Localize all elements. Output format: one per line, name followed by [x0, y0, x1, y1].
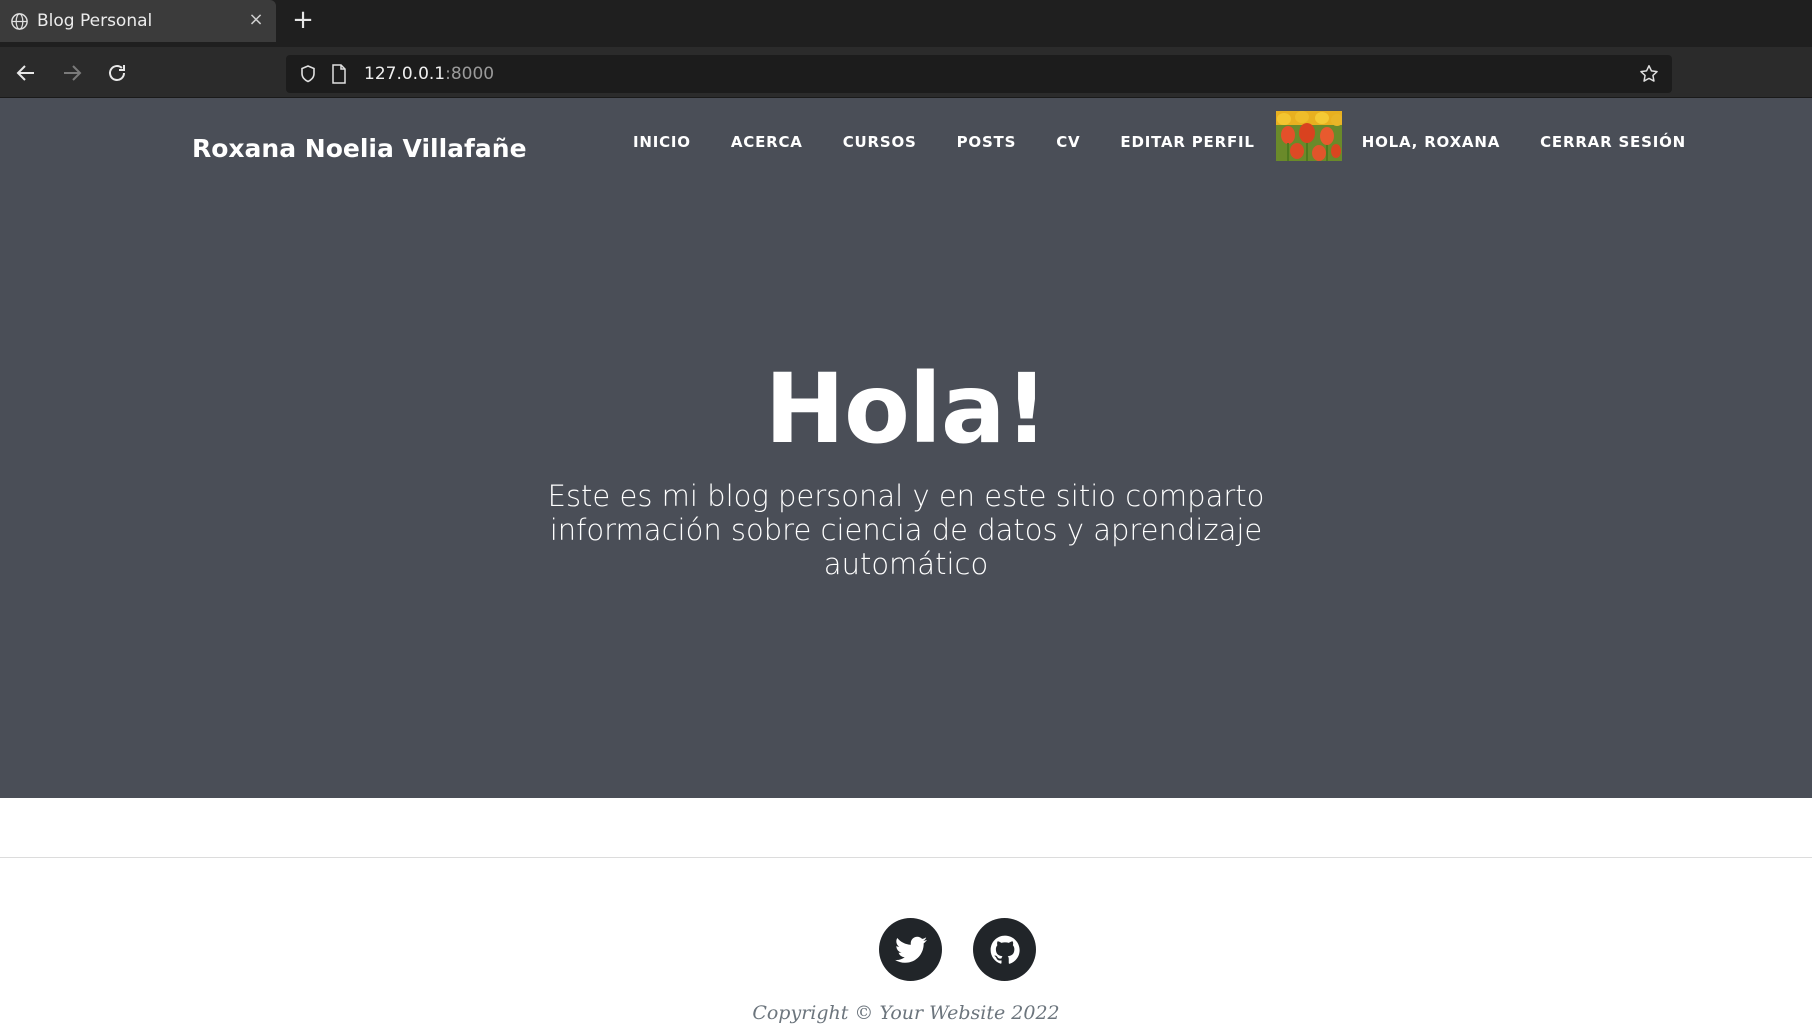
nav-editar-perfil[interactable]: Editar Perfil	[1100, 133, 1275, 151]
browser-toolbar: 127.0.0.1:8000	[0, 47, 1812, 98]
bookmark-star-icon[interactable]	[1638, 63, 1660, 85]
nav-hola-usuario[interactable]: Hola, Roxana	[1342, 133, 1520, 151]
github-icon	[990, 935, 1020, 964]
globe-icon	[11, 13, 28, 30]
hero-title: Hola!	[764, 353, 1049, 465]
address-bar[interactable]: 127.0.0.1:8000	[286, 55, 1672, 93]
footer-divider	[0, 857, 1812, 858]
copyright-text: Copyright © Your Website 2022	[752, 1002, 1060, 1024]
nav-inicio[interactable]: Inicio	[613, 133, 711, 151]
hero-section: Roxana Noelia Villafañe Inicio Acerca Cu…	[0, 98, 1812, 798]
page-icon	[332, 64, 346, 84]
avatar[interactable]	[1275, 111, 1342, 161]
url-port: :8000	[445, 64, 495, 84]
shield-icon[interactable]	[298, 64, 318, 84]
forward-arrow-icon[interactable]	[60, 61, 84, 85]
reload-icon[interactable]	[105, 61, 129, 85]
twitter-icon	[894, 936, 927, 963]
site-nav: Inicio Acerca Cursos Posts CV Editar Per…	[613, 111, 1706, 172]
close-tab-icon[interactable]: ×	[247, 11, 265, 29]
browser-tabbar: Blog Personal × +	[0, 0, 1812, 47]
nav-cv[interactable]: CV	[1036, 133, 1100, 151]
browser-tab[interactable]: Blog Personal ×	[0, 0, 276, 42]
nav-acerca[interactable]: Acerca	[711, 133, 823, 151]
hero-subtitle: Este es mi blog personal y en este sitio…	[547, 479, 1265, 581]
tab-title: Blog Personal	[37, 11, 153, 31]
back-arrow-icon[interactable]	[14, 61, 38, 85]
github-button[interactable]	[973, 918, 1036, 981]
url-host: 127.0.0.1	[364, 64, 446, 84]
nav-posts[interactable]: Posts	[937, 133, 1037, 151]
site-brand[interactable]: Roxana Noelia Villafañe	[192, 134, 527, 163]
social-links	[879, 918, 1036, 981]
url-text[interactable]: 127.0.0.1:8000	[364, 64, 494, 84]
nav-cursos[interactable]: Cursos	[823, 133, 937, 151]
nav-cerrar-sesion[interactable]: Cerrar Sesión	[1520, 133, 1706, 151]
new-tab-icon[interactable]: +	[292, 7, 314, 33]
twitter-button[interactable]	[879, 918, 942, 981]
